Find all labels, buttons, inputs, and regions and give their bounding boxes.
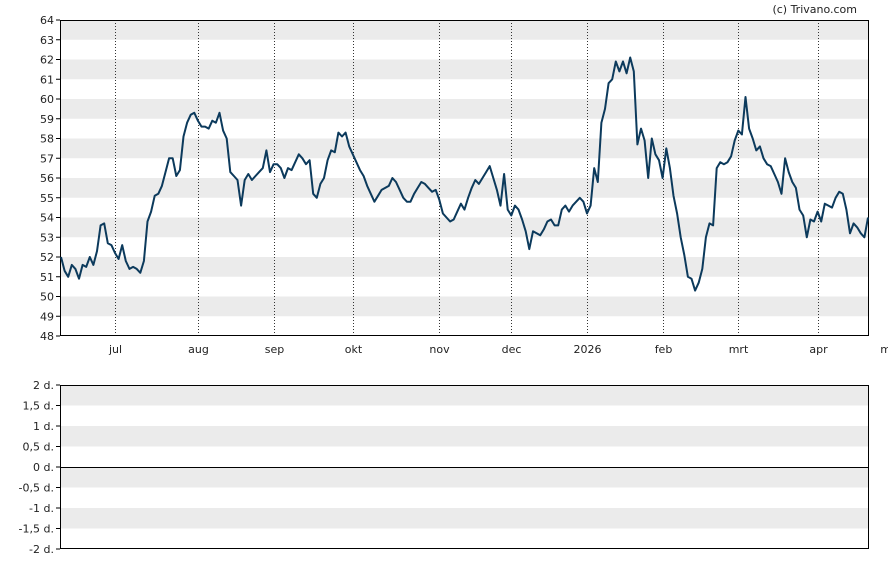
grid-band xyxy=(60,257,869,277)
grid-band xyxy=(60,467,869,488)
y-tick-label: 63 xyxy=(40,34,54,47)
y-tick-label: 1 d. xyxy=(33,420,54,433)
y-tick-label: 64 xyxy=(40,14,54,27)
y-tick-label: 0,5 d. xyxy=(23,441,54,454)
price-series-line xyxy=(60,56,869,292)
grid-band xyxy=(60,508,869,529)
y-tick-label: 53 xyxy=(40,231,54,244)
x-tick-label: mei xyxy=(880,343,888,356)
y-tick-label: -1,5 d. xyxy=(19,523,54,536)
x-tick-label: mrt xyxy=(729,343,749,356)
x-tick-label: apr xyxy=(809,343,828,356)
grid-band xyxy=(60,178,869,198)
y-tick-label: 1,5 d. xyxy=(23,400,54,413)
y-tick-label: 2 d. xyxy=(33,379,54,392)
y-tick-label: 52 xyxy=(40,251,54,264)
x-tick-label: 2026 xyxy=(574,343,602,356)
y-tick-label: 62 xyxy=(40,54,54,67)
y-tick-label: 55 xyxy=(40,192,54,205)
x-tick-label: dec xyxy=(502,343,522,356)
y-tick-label: 59 xyxy=(40,113,54,126)
x-tick-label: feb xyxy=(655,343,673,356)
y-tick-label: 48 xyxy=(40,330,54,343)
x-tick-label: nov xyxy=(429,343,450,356)
y-tick-label: 49 xyxy=(40,310,54,323)
x-tick-label: sep xyxy=(265,343,284,356)
y-tick-label: 58 xyxy=(40,133,54,146)
credit-text: (c) Trivano.com xyxy=(772,3,857,16)
x-tick-label: aug xyxy=(188,343,209,356)
y-tick-label: -0,5 d. xyxy=(19,482,54,495)
spread-chart: -2 d. -1,5 d. -1 d. -0,5 d. 0 d. 0,5 d. 1 d. 1,… xyxy=(19,379,869,556)
y-tick-label: 57 xyxy=(40,152,54,165)
y-tick-label: 54 xyxy=(40,212,54,225)
grid-band xyxy=(60,20,869,40)
y-tick-label: 61 xyxy=(40,73,54,86)
grid-band xyxy=(60,385,869,406)
y-tick-label: 56 xyxy=(40,172,54,185)
y-tick-label: 60 xyxy=(40,93,54,106)
y-tick-label: -1 d. xyxy=(29,502,54,515)
price-chart: julaugsepoktnovdec2026febmrtaprmeijun484… xyxy=(40,14,888,356)
y-tick-label: 50 xyxy=(40,291,54,304)
y-tick-label: 51 xyxy=(40,271,54,284)
grid-band xyxy=(60,296,869,317)
x-tick-label: okt xyxy=(345,343,363,356)
grid-band xyxy=(60,217,869,238)
y-tick-label: 0 d. xyxy=(33,461,54,474)
y-tick-label: -2 d. xyxy=(29,543,54,556)
grid-band xyxy=(60,59,869,80)
chart: (c) Trivano.com jul aug sep okt nov dec 2026 fe… xyxy=(19,3,888,556)
grid-band xyxy=(60,426,869,447)
x-tick-label: jul xyxy=(108,343,122,356)
